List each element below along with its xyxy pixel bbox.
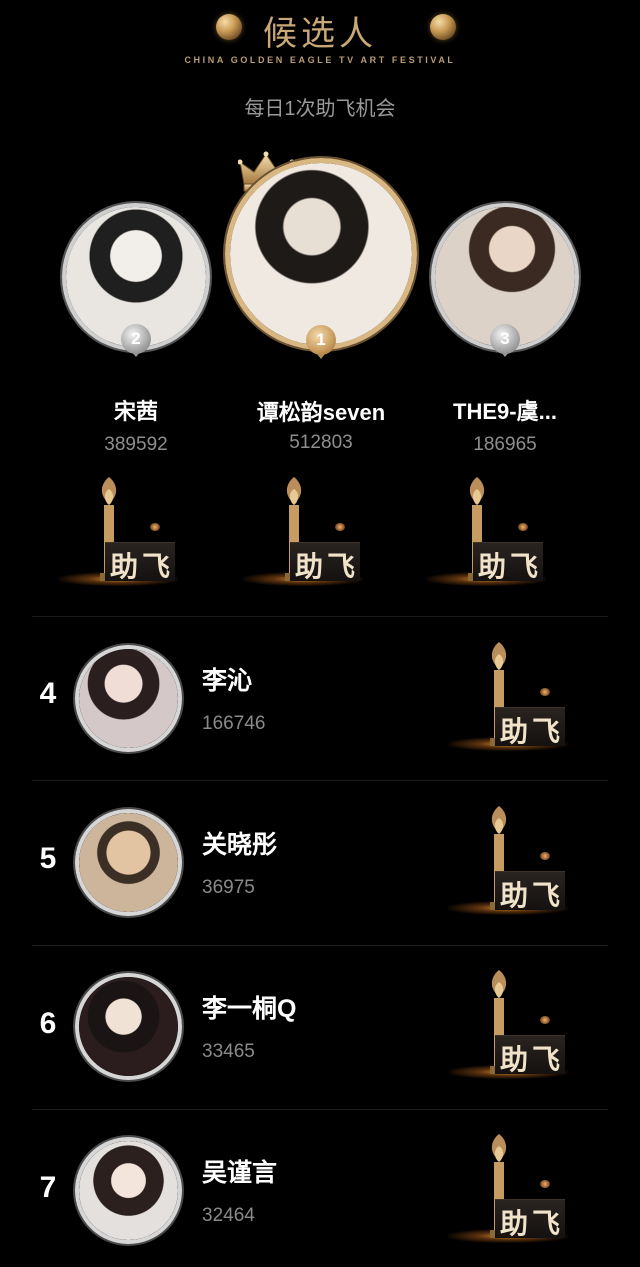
boost-button[interactable]: 助飞 (440, 640, 580, 755)
candidate-name: 吴谨言 (202, 1159, 278, 1187)
gold-medal-icon: 1 (306, 325, 336, 355)
gold-orb-icon (430, 14, 456, 40)
boost-button[interactable]: 助飞 (440, 968, 580, 1083)
daily-boost-note: 每日1次助飞机会 (244, 98, 396, 120)
boost-button[interactable]: 助飞 (235, 475, 375, 590)
silver-medal-icon: 2 (121, 324, 151, 354)
boost-label: 助飞 (500, 879, 565, 912)
rank-number: 7 (39, 1171, 57, 1204)
divider (32, 780, 608, 781)
page-title: 候选人 (263, 15, 377, 53)
podium-votes: 389592 (104, 434, 168, 455)
podium-name: 谭松韵seven (256, 400, 386, 425)
podium-votes: 512803 (289, 432, 353, 453)
boost-label: 助飞 (500, 715, 565, 748)
divider (32, 945, 608, 946)
rank-number: 6 (39, 1007, 57, 1040)
candidate-votes: 33465 (202, 1041, 255, 1062)
podium-name: 宋茜 (113, 399, 158, 424)
avatar[interactable] (75, 1137, 182, 1244)
candidate-name: 关晓彤 (202, 831, 278, 859)
boost-label: 助飞 (500, 1207, 565, 1240)
podium-votes: 186965 (473, 434, 537, 455)
candidate-votes: 32464 (202, 1205, 255, 1226)
boost-label: 助飞 (500, 1043, 565, 1076)
candidate-votes: 166746 (202, 713, 266, 734)
avatar[interactable] (75, 809, 182, 916)
rank-number: 5 (39, 842, 57, 875)
boost-button[interactable]: 助飞 (50, 475, 190, 590)
boost-label: 助飞 (295, 550, 360, 583)
avatar[interactable] (75, 645, 182, 752)
avatar[interactable] (75, 973, 182, 1080)
candidate-name: 李一桐Q (202, 995, 297, 1023)
podium-name: THE9-虞... (453, 399, 557, 424)
festival-subtitle: CHINA GOLDEN EAGLE TV ART FESTIVAL (184, 55, 456, 65)
divider (32, 1109, 608, 1110)
boost-label: 助飞 (110, 550, 175, 583)
silver-medal-icon: 3 (490, 324, 520, 354)
candidate-name: 李沁 (202, 667, 253, 695)
boost-button[interactable]: 助飞 (440, 804, 580, 919)
avatar[interactable] (225, 158, 417, 350)
rank-number: 4 (39, 677, 57, 710)
page-header: 候选人 CHINA GOLDEN EAGLE TV ART FESTIVAL (0, 0, 640, 80)
candidate-votes: 36975 (202, 877, 255, 898)
boost-button[interactable]: 助飞 (440, 1132, 580, 1247)
divider (32, 616, 608, 617)
boost-button[interactable]: 助飞 (418, 475, 558, 590)
boost-label: 助飞 (478, 550, 543, 583)
